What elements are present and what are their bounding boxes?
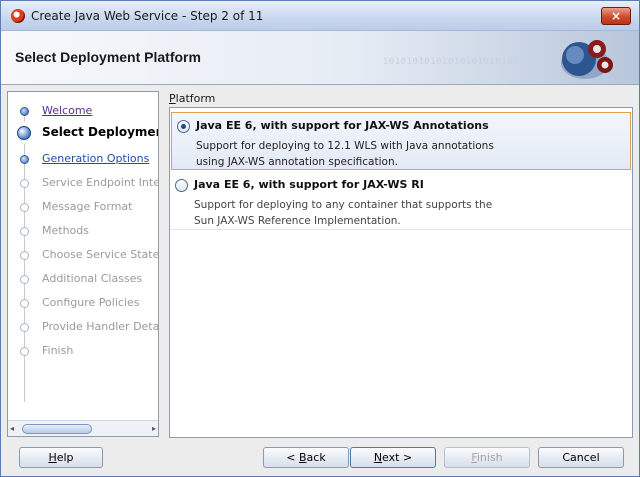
- step-welcome[interactable]: Welcome: [8, 100, 158, 122]
- label-mnemonic: P: [169, 92, 176, 105]
- step-node-icon: [20, 155, 29, 164]
- step-select-deployment-platform[interactable]: Select Deployment Pl: [8, 122, 158, 144]
- option-description-line: Support for deploying to 12.1 WLS with J…: [196, 140, 494, 152]
- step-node-icon: [20, 107, 29, 116]
- platform-options-list: Java EE 6, with support for JAX-WS Annot…: [169, 107, 633, 438]
- step-label: Select Deployment Pl: [42, 125, 158, 139]
- wizard-header: Select Deployment Platform 1010101010101…: [1, 31, 639, 85]
- step-provide-handler-details: Provide Handler Details: [8, 316, 159, 338]
- step-label: Message Format: [42, 200, 133, 213]
- button-label: ext >: [382, 451, 413, 464]
- back-button[interactable]: < Back: [263, 447, 349, 468]
- help-button[interactable]: Help: [19, 447, 103, 468]
- button-label: ack: [306, 451, 326, 464]
- step-node-icon: [20, 299, 29, 308]
- web-service-globe-icon: [561, 40, 613, 79]
- step-node-icon: [20, 203, 29, 212]
- step-node-icon: [20, 275, 29, 284]
- scroll-left-arrow-icon[interactable]: ◂: [10, 423, 20, 434]
- step-service-endpoint-interface: Service Endpoint Interfa: [8, 172, 158, 194]
- step-methods: Methods: [8, 220, 158, 242]
- option-description-line: Sun JAX-WS Reference Implementation.: [194, 215, 401, 227]
- step-generation-options[interactable]: Generation Options: [8, 148, 158, 170]
- wizard-window: Create Java Web Service - Step 2 of 11 ×…: [0, 0, 640, 477]
- window-title: Create Java Web Service - Step 2 of 11: [31, 9, 264, 23]
- cancel-button[interactable]: Cancel: [538, 447, 624, 468]
- option-description-line: Support for deploying to any container t…: [194, 199, 493, 211]
- current-step-icon: [17, 126, 31, 140]
- step-label: Provide Handler Details: [42, 320, 159, 333]
- finish-button: Finish: [444, 447, 530, 468]
- step-label: Welcome: [42, 104, 93, 117]
- step-label: Finish: [42, 344, 74, 357]
- step-label: Methods: [42, 224, 89, 237]
- step-label: Configure Policies: [42, 296, 140, 309]
- option-description-line: using JAX-WS annotation specification.: [196, 156, 398, 168]
- option-description: Support for deploying to any container t…: [194, 197, 492, 229]
- step-node-icon: [20, 227, 29, 236]
- step-additional-classes: Additional Classes: [8, 268, 158, 290]
- mnemonic: N: [373, 451, 383, 464]
- step-node-icon: [20, 323, 29, 332]
- step-node-icon: [20, 179, 29, 188]
- step-label: Service Endpoint Interfa: [42, 176, 158, 189]
- mnemonic: H: [48, 451, 57, 464]
- close-button[interactable]: ×: [601, 7, 631, 25]
- label-text: latform: [175, 92, 216, 105]
- option-title: Java EE 6, with support for JAX-WS Annot…: [196, 119, 489, 132]
- button-label: inish: [476, 451, 503, 464]
- step-finish: Finish: [8, 340, 158, 362]
- radio-button-selected[interactable]: [177, 120, 190, 133]
- option-jaxws-ri[interactable]: Java EE 6, with support for JAX-WS RI Su…: [170, 172, 632, 230]
- app-icon: [11, 9, 25, 23]
- platform-section-label: Platform: [169, 92, 215, 105]
- step-label: Additional Classes: [42, 272, 143, 285]
- title-bar[interactable]: Create Java Web Service - Step 2 of 11 ×: [1, 1, 639, 31]
- scroll-thumb[interactable]: [22, 424, 92, 434]
- option-description: Support for deploying to 12.1 WLS with J…: [196, 138, 494, 170]
- step-node-icon: [20, 251, 29, 260]
- button-label: elp: [56, 451, 74, 464]
- horizontal-scrollbar[interactable]: ◂ ▸: [8, 420, 158, 436]
- step-choose-service-state: Choose Service State: [8, 244, 159, 266]
- button-label: <: [286, 451, 299, 464]
- option-title: Java EE 6, with support for JAX-WS RI: [194, 178, 424, 191]
- radio-button-unselected[interactable]: [175, 179, 188, 192]
- wizard-step-navigator: Welcome Select Deployment Pl Generation …: [7, 91, 159, 437]
- step-label: Choose Service State: [42, 248, 159, 261]
- step-message-format: Message Format: [8, 196, 158, 218]
- next-button[interactable]: Next >: [350, 447, 436, 468]
- option-jaxws-annotations[interactable]: Java EE 6, with support for JAX-WS Annot…: [171, 112, 631, 170]
- header-binary-decoration: 10101010101010101010101: [382, 57, 519, 67]
- step-configure-policies: Configure Policies: [8, 292, 158, 314]
- step-node-icon: [20, 347, 29, 356]
- page-title: Select Deployment Platform: [15, 49, 201, 65]
- scroll-right-arrow-icon[interactable]: ▸: [146, 423, 156, 434]
- step-label: Generation Options: [42, 152, 150, 165]
- mnemonic: B: [299, 451, 307, 464]
